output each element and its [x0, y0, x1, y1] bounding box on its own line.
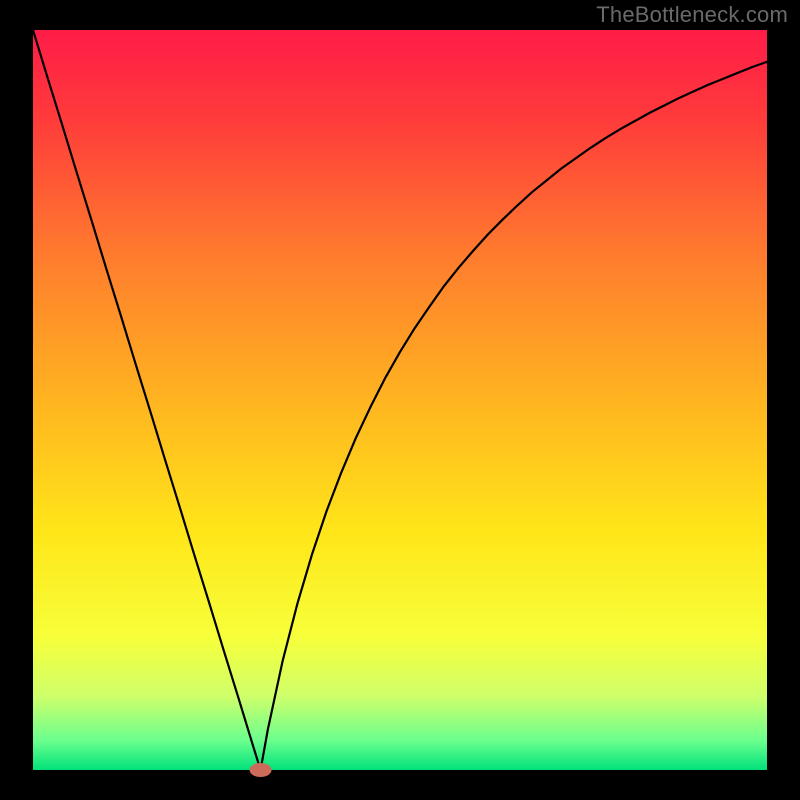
plot-background [33, 30, 767, 770]
chart-canvas [0, 0, 800, 800]
optimum-marker [250, 763, 272, 777]
bottleneck-chart: TheBottleneck.com [0, 0, 800, 800]
attribution-label: TheBottleneck.com [596, 2, 788, 28]
